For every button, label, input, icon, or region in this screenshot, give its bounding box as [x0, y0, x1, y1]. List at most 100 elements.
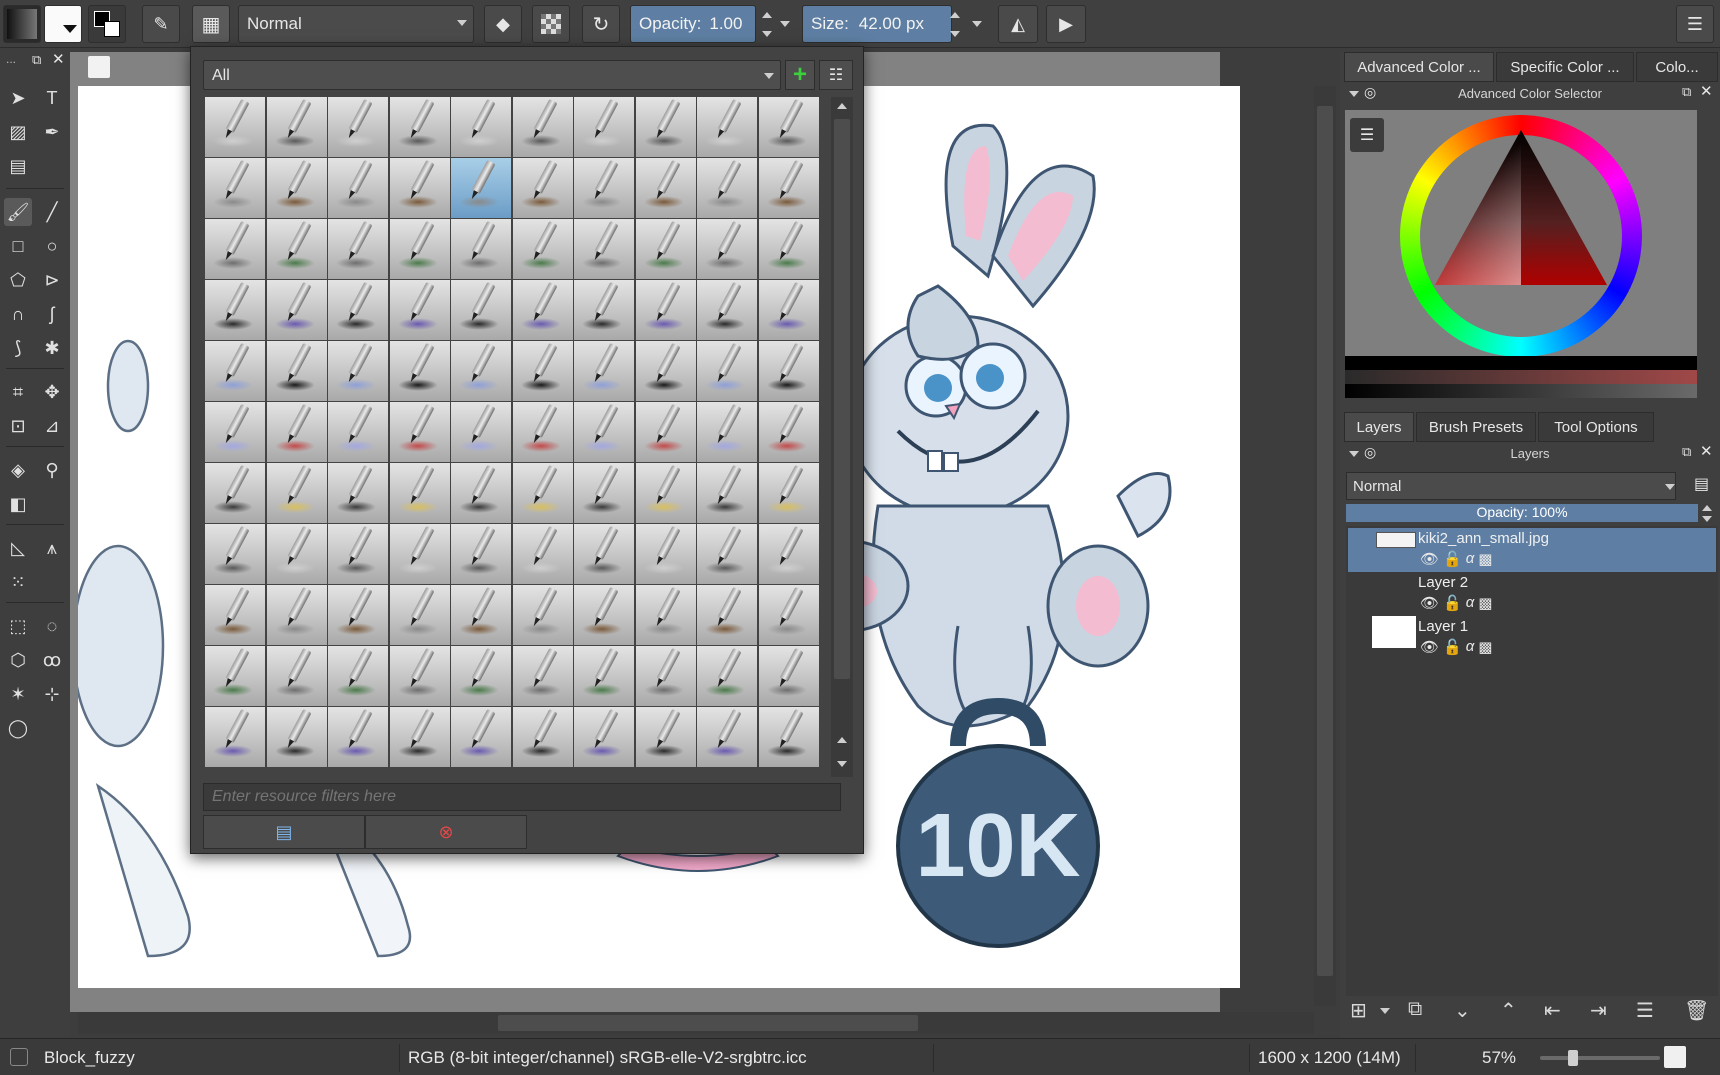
float-icon[interactable]: ⧉	[1682, 444, 1691, 460]
lock-icon[interactable]: 🔓	[1443, 594, 1462, 612]
tab-advanced-color[interactable]: Advanced Color ...	[1344, 52, 1494, 82]
crop-tool[interactable]: ⌗	[4, 378, 32, 406]
brush-preset-thumbnail[interactable]	[697, 646, 757, 706]
brush-preset-thumbnail[interactable]	[389, 707, 450, 767]
polyline-tool[interactable]: ⊳	[38, 266, 66, 294]
document-icon[interactable]	[1664, 1046, 1686, 1068]
brush-presets-button[interactable]: ▦	[192, 5, 230, 43]
bezier-tool[interactable]: ∩	[4, 300, 32, 328]
brush-preset-thumbnail[interactable]	[512, 97, 573, 157]
brush-preset-thumbnail[interactable]	[512, 402, 573, 462]
layer-row[interactable]: kiki2_ann_small.jpg 👁 🔓 α ▩	[1348, 528, 1716, 572]
opacity-stepper[interactable]	[758, 5, 776, 43]
brush-preset-thumbnail[interactable]	[512, 463, 573, 523]
layer-row[interactable]: Layer 1 👁 🔓 α ▩	[1348, 616, 1716, 660]
brush-preset-thumbnail[interactable]	[389, 97, 450, 157]
grid-tool[interactable]: ⁙	[4, 568, 32, 596]
text-tool[interactable]: T	[38, 84, 66, 112]
brush-preset-thumbnail[interactable]	[758, 585, 819, 645]
size-menu-icon[interactable]	[972, 21, 982, 27]
brush-preset-thumbnail[interactable]	[758, 219, 819, 279]
brush-preset-thumbnail[interactable]	[574, 97, 634, 157]
brush-preset-thumbnail[interactable]	[697, 585, 757, 645]
brush-preset-thumbnail[interactable]	[205, 97, 265, 157]
add-layer-menu-icon[interactable]	[1380, 1008, 1390, 1014]
brush-preset-thumbnail[interactable]	[328, 646, 388, 706]
brush-preset-thumbnail[interactable]	[451, 585, 511, 645]
lock-icon[interactable]: 🔓	[1443, 638, 1462, 656]
brush-preset-thumbnail[interactable]	[328, 402, 388, 462]
brush-preset-thumbnail[interactable]	[205, 280, 265, 340]
brush-preset-thumbnail[interactable]	[389, 341, 450, 401]
brush-preset-thumbnail[interactable]	[758, 97, 819, 157]
eye-icon[interactable]: 👁	[1420, 638, 1439, 656]
size-spinbox[interactable]: Size: 42.00 px	[802, 5, 952, 43]
brush-preset-thumbnail[interactable]	[328, 463, 388, 523]
layer-from-parent-icon[interactable]: ⇥	[1590, 998, 1607, 1023]
pattern-swatch-button[interactable]	[44, 5, 82, 43]
brush-preset-thumbnail[interactable]	[205, 707, 265, 767]
layer-name[interactable]: Layer 2	[1418, 574, 1468, 591]
calligraphy-tool[interactable]: ✒	[38, 118, 66, 146]
zoom-slider-handle[interactable]	[1568, 1050, 1578, 1066]
preserve-alpha-button[interactable]	[532, 5, 570, 43]
brush-preset-thumbnail[interactable]	[451, 158, 511, 218]
close-icon[interactable]: ✕	[1700, 82, 1713, 100]
brush-preset-thumbnail[interactable]	[389, 524, 450, 584]
lock-icon[interactable]: 🔓	[1443, 550, 1462, 568]
collapse-icon[interactable]	[1349, 91, 1359, 97]
layer-opacity-slider[interactable]: Opacity: 100%	[1346, 504, 1698, 522]
move-tool[interactable]: ✥	[38, 378, 66, 406]
brush-preset-thumbnail[interactable]	[635, 402, 696, 462]
rect-select-tool[interactable]: ⬚	[4, 612, 32, 640]
perspective-grid-tool[interactable]: ⩚	[38, 534, 66, 562]
brush-preset-thumbnail[interactable]	[266, 158, 327, 218]
alpha-icon[interactable]: α	[1466, 638, 1475, 656]
reload-preset-button[interactable]: ↻	[582, 5, 620, 43]
tab-color-more[interactable]: Colo...	[1636, 52, 1718, 82]
eraser-mode-button[interactable]: ◆	[484, 5, 522, 43]
color-picker-tool[interactable]: ⚲	[38, 456, 66, 484]
brush-preset-thumbnail[interactable]	[451, 463, 511, 523]
mirror-vertical-button[interactable]: ▶	[1046, 5, 1086, 43]
brush-preset-thumbnail[interactable]	[389, 402, 450, 462]
brush-preset-thumbnail[interactable]	[697, 219, 757, 279]
tag-filter-select[interactable]: All	[203, 60, 781, 90]
tab-tool-options[interactable]: Tool Options	[1538, 412, 1654, 442]
brush-preset-thumbnail[interactable]	[205, 585, 265, 645]
rectangle-tool[interactable]: □	[4, 232, 32, 260]
dynamic-brush-tool[interactable]: ⟆	[4, 334, 32, 362]
brush-preset-thumbnail[interactable]	[266, 524, 327, 584]
blend-mode-select[interactable]: Normal	[238, 5, 474, 43]
brush-preset-thumbnail[interactable]	[697, 158, 757, 218]
gradient-swatch-button[interactable]	[3, 5, 41, 43]
brush-preset-thumbnail[interactable]	[389, 646, 450, 706]
freehand-path-tool[interactable]: ʃ	[38, 300, 66, 328]
brush-preset-thumbnail[interactable]	[451, 402, 511, 462]
brush-preset-thumbnail[interactable]	[758, 646, 819, 706]
move-layer-down-icon[interactable]: ⌄	[1454, 998, 1471, 1023]
chevron-up-icon[interactable]	[837, 737, 847, 743]
size-stepper[interactable]	[946, 5, 964, 43]
tab-layers[interactable]: Layers	[1344, 412, 1414, 442]
brush-preset-thumbnail[interactable]	[389, 463, 450, 523]
brush-preset-thumbnail[interactable]	[205, 402, 265, 462]
inherit-alpha-icon[interactable]: ▩	[1478, 594, 1492, 612]
chevron-down-icon[interactable]	[837, 761, 847, 767]
mirror-horizontal-button[interactable]: ◭	[998, 5, 1038, 43]
import-preset-button[interactable]: ▤	[203, 815, 365, 849]
line-tool[interactable]: ╱	[38, 198, 66, 226]
freehand-select-tool[interactable]: ꝏ	[38, 646, 66, 674]
brush-preset-thumbnail[interactable]	[328, 97, 388, 157]
fg-bg-color-button[interactable]	[88, 5, 126, 43]
close-icon[interactable]: ✕	[1700, 442, 1713, 460]
move-layer-up-icon[interactable]: ⌃	[1500, 998, 1517, 1023]
layer-blend-mode-select[interactable]: Normal	[1346, 472, 1676, 500]
layer-opacity-stepper[interactable]	[1698, 502, 1716, 524]
brush-preset-thumbnail[interactable]	[512, 707, 573, 767]
layer-to-parent-icon[interactable]: ⇤	[1544, 998, 1561, 1023]
brush-preset-thumbnail[interactable]	[205, 646, 265, 706]
brush-preset-thumbnail[interactable]	[328, 341, 388, 401]
brush-preset-thumbnail[interactable]	[451, 707, 511, 767]
alpha-icon[interactable]: α	[1466, 550, 1475, 568]
